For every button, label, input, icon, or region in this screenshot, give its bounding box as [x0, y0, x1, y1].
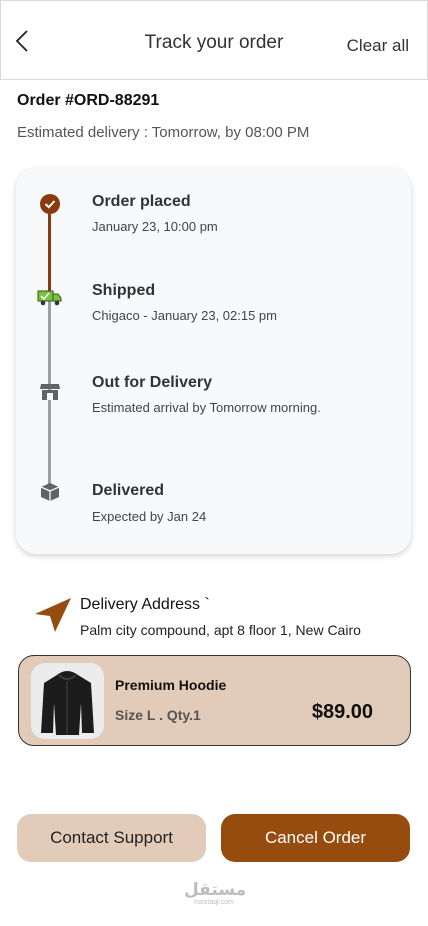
app-header: Track your order Clear all: [0, 0, 428, 80]
step-title: Shipped: [92, 282, 156, 299]
delivery-address-label: Delivery Address `: [80, 596, 210, 613]
product-image: [31, 663, 104, 739]
product-card[interactable]: Premium Hoodie Size L . Qty.1 $89.00: [18, 655, 411, 746]
step-title: Out for Delivery: [92, 374, 213, 391]
store-icon: [36, 377, 64, 405]
order-number: Order #ORD-88291: [17, 92, 160, 109]
package-icon: [36, 477, 64, 505]
step-title: Delivered: [92, 482, 165, 499]
watermark-text: مستقل: [184, 880, 247, 899]
delivery-truck-icon: [36, 284, 64, 312]
step-title: Order placed: [92, 193, 191, 210]
step-subtitle: January 23, 10:00 pm: [92, 219, 218, 234]
product-price: $89.00: [311, 701, 373, 723]
check-circle-icon: [36, 190, 64, 218]
clear-all-button[interactable]: Clear all: [347, 36, 409, 56]
tracking-card: Order placed January 23, 10:00 pm Shippe…: [16, 168, 411, 554]
cancel-order-button[interactable]: Cancel Order: [221, 814, 410, 862]
product-size-qty: Size L . Qty.1: [115, 707, 201, 723]
watermark-url: mostaql.com: [194, 899, 234, 906]
delivery-address-text: Palm city compound, apt 8 floor 1, New C…: [80, 622, 361, 638]
step-subtitle: Estimated arrival by Tomorrow morning.: [92, 400, 321, 415]
navigation-arrow-icon: [33, 596, 73, 634]
estimated-delivery: Estimated delivery : Tomorrow, by 08:00 …: [17, 124, 310, 141]
step-subtitle: Chigaco - January 23, 02:15 pm: [92, 308, 277, 323]
contact-support-button[interactable]: Contact Support: [17, 814, 206, 862]
step-subtitle: Expected by Jan 24: [92, 509, 207, 524]
watermark-logo: مستقل mostaql.com: [184, 880, 247, 906]
product-name: Premium Hoodie: [115, 677, 227, 693]
